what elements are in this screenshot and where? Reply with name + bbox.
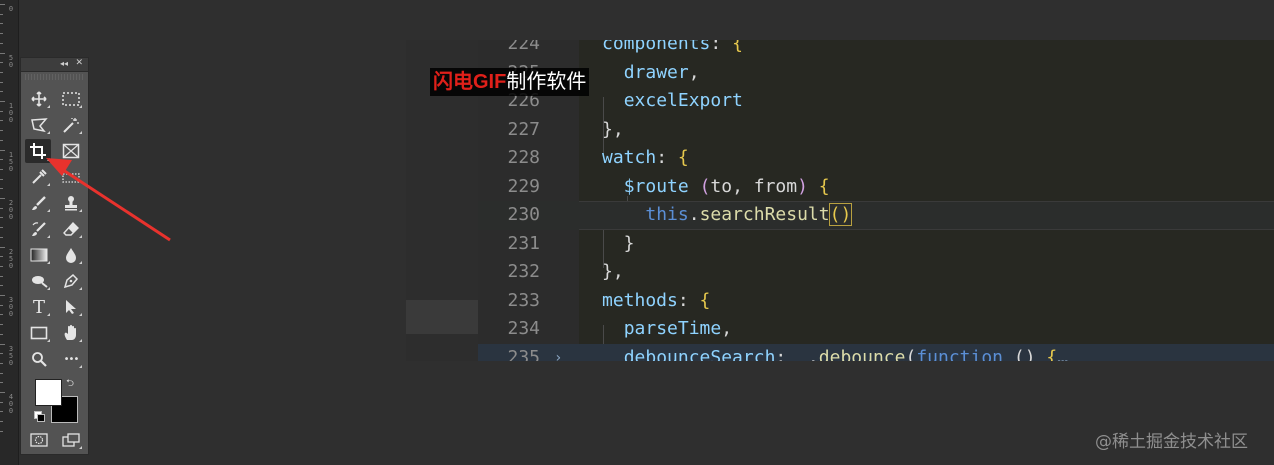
- annotation-arrow: [46, 158, 171, 242]
- arrow-shaft: [59, 166, 171, 242]
- source-credit: @稀土掘金技术社区: [1095, 432, 1248, 452]
- foreground-color-swatch[interactable]: [35, 379, 62, 406]
